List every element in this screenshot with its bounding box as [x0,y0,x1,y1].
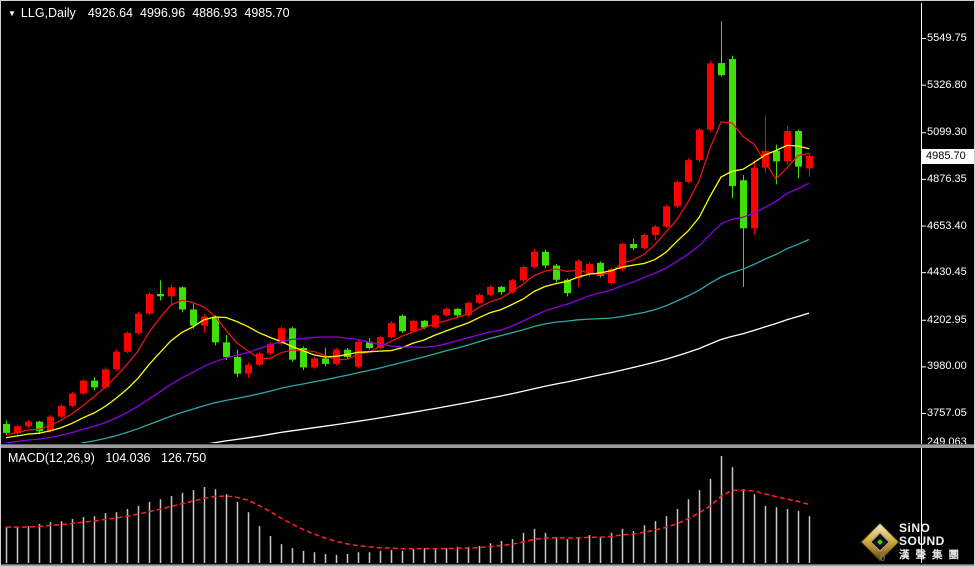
candle-body [135,314,142,333]
candle-body [3,424,10,433]
logo-chinese-text: 漢聲集團 [899,549,974,562]
collapse-arrow-icon[interactable]: ▼ [8,9,16,18]
candle-body [751,168,758,229]
candle-body [630,244,637,248]
candle-body [498,287,505,292]
price-axis-label: 4202.95 [927,313,967,327]
chart-title: ▼ LLG,Daily 4926.64 4996.96 4886.93 4985… [8,6,297,20]
candle-body [740,180,747,228]
candle-body [256,353,263,364]
candle-body [641,235,648,248]
price-axis-label: 5326.80 [927,78,967,92]
moving-average-line [6,145,809,437]
candle-body [454,309,461,315]
candle-body [157,294,164,296]
candle-body [322,358,329,363]
candle-body [685,160,692,182]
candle-body [311,358,318,367]
candle-body [487,287,494,295]
candle-body [718,63,725,75]
candle-body [542,252,549,266]
logo-brand-text: SiNO SOUND [899,522,974,548]
candle-body [91,381,98,388]
price-axis-label: 5549.75 [927,31,967,45]
candle-body [399,316,406,331]
price-axis-line-group [921,3,926,563]
candle-body [289,328,296,359]
price-axis-label: 5099.30 [927,125,967,139]
price-axis-label: 3757.05 [927,406,967,420]
ohlc-low: 4886.93 [192,6,237,20]
candle-body [410,321,417,331]
symbol-period-label: LLG,Daily [21,6,76,20]
candle-body [124,333,131,352]
indicator-name: MACD(12,26,9) [8,451,95,465]
indicator-label: MACD(12,26,9) 104.036 126.750 [8,451,213,465]
price-axis-label: 3980.00 [927,359,967,373]
sino-sound-logo: SiNO SOUND 漢聲集團 [861,522,974,562]
candle-body [146,294,153,314]
candle-body [531,252,538,267]
ohlc-open: 4926.64 [88,6,133,20]
candle-body [652,227,659,235]
macd-pane[interactable] [6,456,810,563]
candle-body [58,406,65,417]
moving-average-line [6,183,809,443]
indicator-signal-value: 126.750 [161,451,206,465]
ohlc-high: 4996.96 [140,6,185,20]
candle-body [80,381,87,394]
candle-body [388,323,395,337]
candle-body [663,206,670,226]
main-price-pane[interactable] [3,21,813,477]
candle-body [190,309,197,325]
candle-body [806,156,813,168]
candle-body [553,266,560,280]
price-axis-label: 4430.45 [927,265,967,279]
candle-body [113,352,120,370]
candle-body [223,342,230,357]
candle-body [773,151,780,161]
candle-body [795,131,802,167]
price-axis-label: 4653.40 [927,219,967,233]
candle-body [168,287,175,296]
current-price-tag: 4985.70 [922,149,975,164]
mt4-chart-window: ▼ LLG,Daily 4926.64 4996.96 4886.93 4985… [0,0,975,567]
candle-body [245,365,252,374]
candle-body [696,130,703,161]
candle-body [443,309,450,315]
candle-body [179,287,186,309]
candle-body [575,261,582,278]
chart-canvas[interactable] [1,1,975,567]
ohlc-close: 4985.70 [244,6,289,20]
candle-body [432,315,439,327]
candle-body [69,394,76,406]
candle-body [674,182,681,206]
candle-body [520,267,527,280]
price-axis-label: 4876.35 [927,172,967,186]
indicator-value: 104.036 [105,451,150,465]
pane-separator[interactable] [1,444,975,448]
candle-body [234,357,241,374]
candle-body [476,295,483,303]
candle-body [707,63,714,129]
logo-sub-mark: 0 [880,553,885,563]
candle-body [25,422,32,427]
